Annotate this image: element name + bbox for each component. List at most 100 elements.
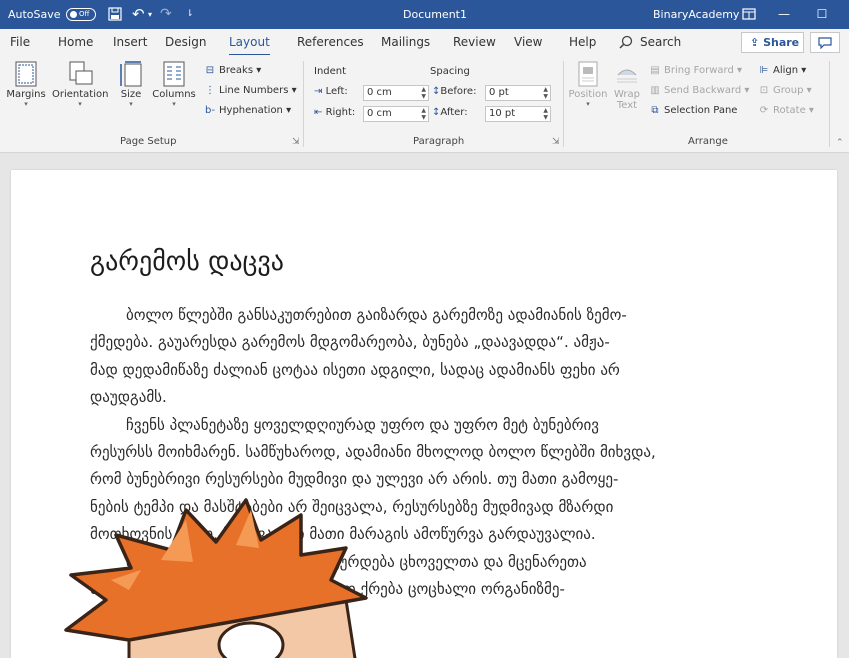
comment-icon bbox=[818, 37, 832, 50]
align-button[interactable]: ⊫ Align ▾ bbox=[757, 63, 807, 78]
undo-dropdown-icon[interactable]: ▾ bbox=[148, 0, 152, 29]
wrap-text-label-2: Text bbox=[616, 100, 638, 111]
spacing-before-input[interactable]: 0 pt ▲ ▼ bbox=[485, 85, 551, 101]
selection-pane-label: Selection Pane bbox=[664, 105, 738, 116]
send-backward-button[interactable]: ▥ Send Backward ▾ bbox=[648, 83, 749, 98]
undo-icon[interactable]: ↶ bbox=[132, 0, 145, 29]
indent-right-label: ⇤ Right: bbox=[314, 107, 355, 118]
position-dropdown-icon: ▾ bbox=[586, 100, 590, 108]
tab-review[interactable]: Review bbox=[453, 35, 496, 53]
tab-design[interactable]: Design bbox=[165, 35, 206, 53]
arrange-group-label: Arrange bbox=[688, 136, 728, 147]
indent-left-text: Left: bbox=[325, 86, 348, 97]
document-canvas: გარემოს დაცვა ბოლო წლებში განსაკუთრებით … bbox=[0, 153, 849, 658]
indent-left-spinner-icon[interactable]: ▲ ▼ bbox=[421, 86, 426, 100]
size-icon bbox=[119, 61, 143, 87]
group-button[interactable]: ⊡ Group ▾ bbox=[757, 83, 812, 98]
rotate-label: Rotate bbox=[773, 105, 806, 116]
indent-right-text: Right: bbox=[325, 107, 356, 118]
paragraph-group-label: Paragraph bbox=[413, 136, 465, 147]
indent-left-label: ⇥ Left: bbox=[314, 86, 348, 97]
tab-references[interactable]: References bbox=[297, 35, 364, 53]
cartoon-mascot-image bbox=[64, 498, 368, 658]
spacing-after-text: After: bbox=[440, 107, 468, 118]
share-button[interactable]: ⇪ Share bbox=[741, 32, 804, 53]
redo-icon[interactable]: ↷ bbox=[160, 0, 172, 29]
title-bar: AutoSave Off ↶ ▾ ↷ ⇂ Document1 BinaryAca… bbox=[0, 0, 849, 29]
bring-forward-button[interactable]: ▤ Bring Forward ▾ bbox=[648, 63, 742, 78]
tab-file[interactable]: File bbox=[10, 35, 30, 53]
group-separator bbox=[563, 61, 564, 147]
spacing-before-spinner-icon[interactable]: ▲ ▼ bbox=[543, 86, 548, 100]
group-icon: ⊡ bbox=[759, 85, 769, 96]
ribbon-display-options-icon[interactable] bbox=[742, 0, 756, 29]
rotate-button[interactable]: ⟳ Rotate ▾ bbox=[757, 103, 814, 118]
spacing-after-label: ↕After: bbox=[432, 107, 468, 118]
selection-pane-icon: ⧉ bbox=[651, 105, 659, 116]
hyphenation-label: Hyphenation bbox=[219, 105, 283, 116]
tab-view[interactable]: View bbox=[514, 35, 542, 53]
send-backward-label: Send Backward bbox=[664, 85, 742, 96]
columns-button[interactable]: Columns ▾ bbox=[150, 61, 198, 108]
spacing-after-input[interactable]: 10 pt ▲ ▼ bbox=[485, 106, 551, 122]
autosave-toggle[interactable]: Off bbox=[66, 8, 96, 21]
size-button[interactable]: Size ▾ bbox=[114, 61, 148, 108]
margins-button[interactable]: Margins ▾ bbox=[2, 61, 50, 108]
page-setup-launcher-icon[interactable]: ⇲ bbox=[292, 137, 300, 147]
search-icon[interactable] bbox=[619, 35, 633, 53]
minimize-button[interactable]: — bbox=[767, 0, 801, 29]
line-numbers-icon: ⋮ bbox=[205, 85, 215, 96]
tab-insert[interactable]: Insert bbox=[113, 35, 147, 53]
orientation-button[interactable]: Orientation ▾ bbox=[52, 61, 108, 108]
spacing-before-label: ↕Before: bbox=[432, 86, 476, 97]
position-icon bbox=[576, 61, 600, 87]
columns-icon bbox=[162, 61, 186, 87]
group-separator bbox=[829, 61, 830, 147]
indent-left-input[interactable]: 0 cm ▲ ▼ bbox=[363, 85, 429, 101]
comments-button[interactable] bbox=[810, 32, 840, 53]
columns-dropdown-icon: ▾ bbox=[172, 100, 176, 108]
wrap-text-icon bbox=[615, 61, 639, 87]
size-dropdown-icon: ▾ bbox=[129, 100, 133, 108]
indent-right-input[interactable]: 0 cm ▲ ▼ bbox=[363, 106, 429, 122]
user-name[interactable]: BinaryAcademy bbox=[653, 0, 739, 29]
tab-home[interactable]: Home bbox=[58, 35, 93, 53]
group-label: Group bbox=[773, 85, 804, 96]
hyphenation-button[interactable]: b‑ Hyphenation ▾ bbox=[203, 103, 291, 118]
indent-right-spinner-icon[interactable]: ▲ ▼ bbox=[421, 107, 426, 121]
search-box[interactable]: Search bbox=[640, 35, 681, 53]
size-label: Size bbox=[120, 89, 142, 100]
align-icon: ⊫ bbox=[759, 65, 769, 76]
spacing-after-spinner-icon[interactable]: ▲ ▼ bbox=[543, 107, 548, 121]
wrap-text-label-1: Wrap bbox=[613, 89, 641, 100]
margins-icon bbox=[14, 61, 38, 87]
line-numbers-button[interactable]: ⋮ Line Numbers ▾ bbox=[203, 83, 297, 98]
group-separator bbox=[303, 61, 304, 147]
breaks-icon: ⊟ bbox=[205, 65, 215, 76]
wrap-text-button[interactable]: Wrap Text bbox=[610, 61, 644, 111]
indent-heading: Indent bbox=[314, 66, 347, 77]
margins-dropdown-icon: ▾ bbox=[24, 100, 28, 108]
paragraph-launcher-icon[interactable]: ⇲ bbox=[552, 137, 560, 147]
save-icon[interactable] bbox=[108, 0, 122, 29]
collapse-ribbon-icon[interactable]: ⌃ bbox=[836, 138, 844, 148]
maximize-button[interactable]: ☐ bbox=[805, 0, 839, 29]
bring-forward-label: Bring Forward bbox=[664, 65, 734, 76]
tab-help[interactable]: Help bbox=[569, 35, 596, 53]
send-backward-icon: ▥ bbox=[650, 85, 660, 96]
indent-right-icon: ⇤ bbox=[314, 107, 323, 118]
spacing-before-text: Before: bbox=[440, 86, 477, 97]
bring-forward-icon: ▤ bbox=[650, 65, 660, 76]
position-button[interactable]: Position ▾ bbox=[566, 61, 610, 108]
spacing-after-value: 10 pt bbox=[489, 108, 516, 119]
indent-left-value: 0 cm bbox=[367, 87, 392, 98]
document-name: Document1 bbox=[403, 8, 467, 21]
document-page[interactable]: გარემოს დაცვა ბოლო წლებში განსაკუთრებით … bbox=[11, 170, 837, 658]
tab-layout[interactable]: Layout bbox=[229, 35, 270, 57]
selection-pane-button[interactable]: ⧉ Selection Pane bbox=[648, 103, 737, 118]
customize-toolbar-icon[interactable]: ⇂ bbox=[186, 0, 194, 29]
tab-mailings[interactable]: Mailings bbox=[381, 35, 430, 53]
breaks-button[interactable]: ⊟ Breaks ▾ bbox=[203, 63, 261, 78]
margins-label: Margins bbox=[6, 89, 46, 100]
share-icon: ⇪ bbox=[750, 36, 760, 49]
